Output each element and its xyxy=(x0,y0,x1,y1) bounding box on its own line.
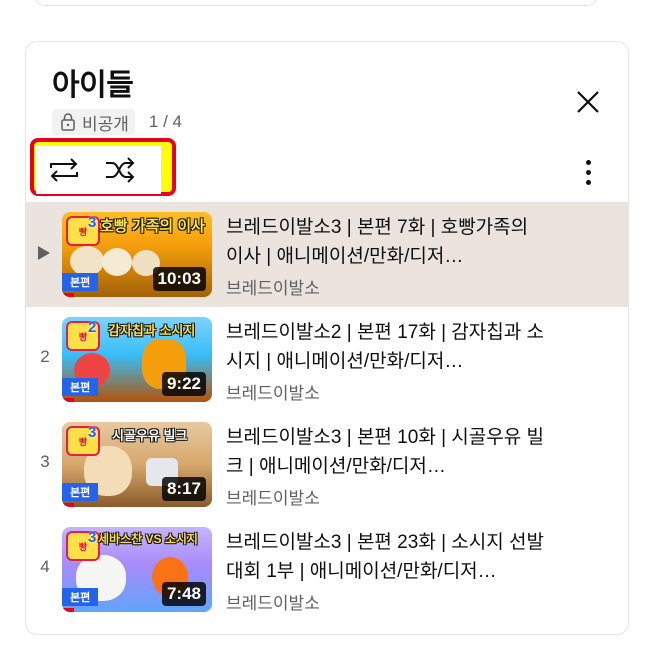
playlist-item-2[interactable]: 2 빵 2 감자칩과 소시지 본편 9:22 브레드이발소2 | 본편 17화 … xyxy=(26,307,628,412)
series-number: 2 xyxy=(88,319,97,336)
video-duration: 8:17 xyxy=(161,477,206,501)
thumbnail-tag: 본편 xyxy=(62,588,99,606)
video-thumbnail[interactable]: 빵 2 감자칩과 소시지 본편 9:22 xyxy=(62,317,212,402)
playlist-meta: 비공개 1 / 4 xyxy=(52,108,182,136)
playlist-item-1[interactable]: 빵 3 호빵 가족의 이사 본편 10:03 브레드이발소3 | 본편 7화 |… xyxy=(26,202,628,307)
video-title[interactable]: 브레드이발소3 | 본편 7화 | 호빵가족의 이사 | 애니메이션/만화/디저… xyxy=(226,213,548,271)
series-number: 3 xyxy=(88,214,97,231)
watch-progress xyxy=(62,608,74,612)
series-number: 3 xyxy=(88,424,97,441)
channel-name[interactable]: 브레드이발소 xyxy=(226,589,548,614)
item-index: 2 xyxy=(40,347,50,366)
privacy-badge: 비공개 xyxy=(52,109,135,135)
series-number: 3 xyxy=(88,529,97,546)
thumbnail-title: 세바스찬 VS 소시지 xyxy=(98,532,198,546)
play-indicator-icon xyxy=(38,246,50,260)
character-image xyxy=(102,248,132,276)
item-index: 4 xyxy=(40,557,50,576)
privacy-label: 비공개 xyxy=(82,114,129,134)
video-duration: 7:48 xyxy=(161,582,206,606)
video-duration: 10:03 xyxy=(152,267,206,291)
thumbnail-title: 시골우유 빌크 xyxy=(112,428,188,443)
video-title[interactable]: 브레드이발소3 | 본편 23화 | 소시지 선발대회 1부 | 애니메이션/만… xyxy=(226,528,548,586)
more-options-button[interactable] xyxy=(574,154,602,190)
item-index: 3 xyxy=(40,452,50,471)
more-vert-icon xyxy=(585,159,591,165)
playlist-controls xyxy=(36,146,161,194)
playlist-item-4[interactable]: 4 빵 3 세바스찬 VS 소시지 본편 7:48 브레드이발소3 | 본편 2… xyxy=(26,517,628,622)
channel-name[interactable]: 브레드이발소 xyxy=(226,379,548,404)
video-duration: 9:22 xyxy=(161,372,206,396)
lock-icon xyxy=(61,113,75,131)
loop-button[interactable] xyxy=(36,146,92,194)
video-thumbnail[interactable]: 빵 3 세바스찬 VS 소시지 본편 7:48 xyxy=(62,527,212,612)
thumbnail-tag: 본편 xyxy=(62,378,99,396)
channel-name[interactable]: 브레드이발소 xyxy=(226,484,548,509)
video-thumbnail[interactable]: 빵 3 호빵 가족의 이사 본편 10:03 xyxy=(62,212,212,297)
thumbnail-tag: 본편 xyxy=(62,483,99,501)
shuffle-button[interactable] xyxy=(92,146,148,194)
character-image xyxy=(70,246,104,276)
close-icon xyxy=(577,91,599,113)
playlist-items: 빵 3 호빵 가족의 이사 본편 10:03 브레드이발소3 | 본편 7화 |… xyxy=(26,202,628,622)
playlist-item-3[interactable]: 3 빵 3 시골우유 빌크 본편 8:17 브레드이발소3 | 본편 10화 |… xyxy=(26,412,628,517)
thumbnail-tag: 본편 xyxy=(62,273,99,291)
thumbnail-title: 호빵 가족의 이사 xyxy=(100,218,205,235)
thumbnail-title: 감자칩과 소시지 xyxy=(108,323,196,338)
video-title[interactable]: 브레드이발소2 | 본편 17화 | 감자칩과 소시지 | 애니메이션/만화/디… xyxy=(226,318,548,376)
playlist-title: 아이들 xyxy=(52,69,134,102)
shuffle-icon xyxy=(106,157,135,183)
channel-name[interactable]: 브레드이발소 xyxy=(226,274,548,299)
video-title[interactable]: 브레드이발소3 | 본편 10화 | 시골우유 빌크 | 애니메이션/만화/디저… xyxy=(226,423,548,481)
watch-progress xyxy=(62,398,74,402)
playlist-position: 1 / 4 xyxy=(148,112,183,131)
watch-progress xyxy=(62,293,74,297)
playlist-panel: 아이들 비공개 1 / 4 빵 3 호빵 가족의 이사 본편 10:03 브레드… xyxy=(25,41,629,635)
previous-card-edge xyxy=(33,0,599,6)
video-thumbnail[interactable]: 빵 3 시골우유 빌크 본편 8:17 xyxy=(62,422,212,507)
loop-icon xyxy=(50,158,78,182)
watch-progress xyxy=(62,503,74,507)
close-button[interactable] xyxy=(572,86,604,118)
